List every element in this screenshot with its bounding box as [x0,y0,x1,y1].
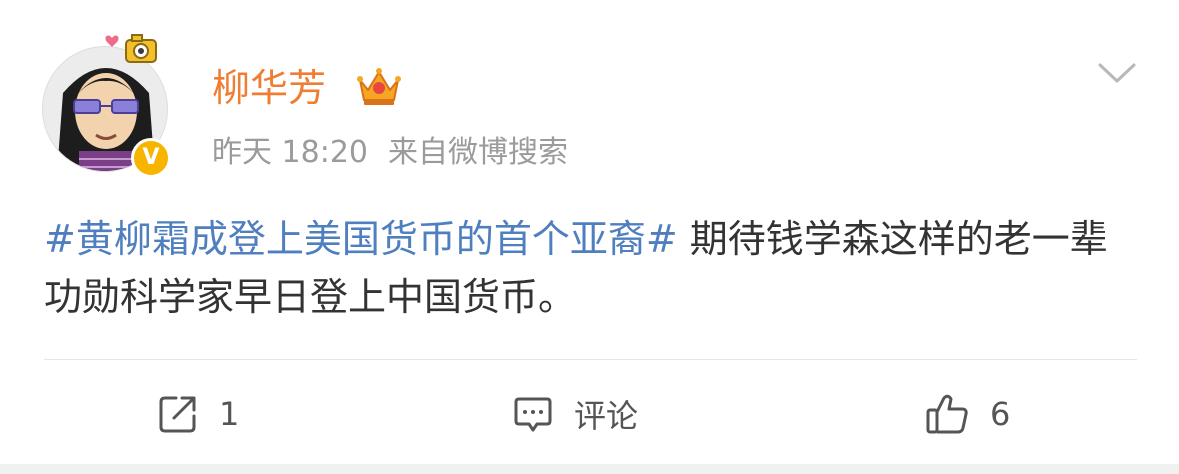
post-source: 来自微博搜索 [388,135,568,170]
repost-button[interactable]: 1 [157,386,239,442]
post-timestamp: 昨天 18:20 [212,135,368,170]
repost-count: 1 [219,395,240,433]
verified-badge-icon: V [131,138,171,178]
comment-icon [514,397,552,432]
divider [44,359,1137,360]
username-link[interactable]: 柳华芳 [212,58,326,118]
avatar-pendant-icon [105,34,157,63]
like-button[interactable]: 6 [924,386,1010,442]
comment-button[interactable]: 评论 [512,386,638,442]
chevron-down-icon[interactable] [1096,58,1138,88]
weibo-post-card: V 柳华芳 昨天 18:20 来自微博搜索 #黄柳霜成登上美国货币的首个亚裔# 期… [0,0,1179,464]
share-icon [159,396,196,433]
like-count: 6 [990,395,1011,433]
comment-label: 评论 [574,397,639,435]
thumbs-up-icon [926,394,968,434]
post-content: #黄柳霜成登上美国货币的首个亚裔# 期待钱学森这样的老一辈功勋科学家早日登上中国… [44,210,1139,326]
hashtag-link[interactable]: #黄柳霜成登上美国货币的首个亚裔# [44,217,678,261]
post-meta: 昨天 18:20 来自微博搜索 [212,130,568,176]
crown-icon[interactable] [356,66,402,108]
